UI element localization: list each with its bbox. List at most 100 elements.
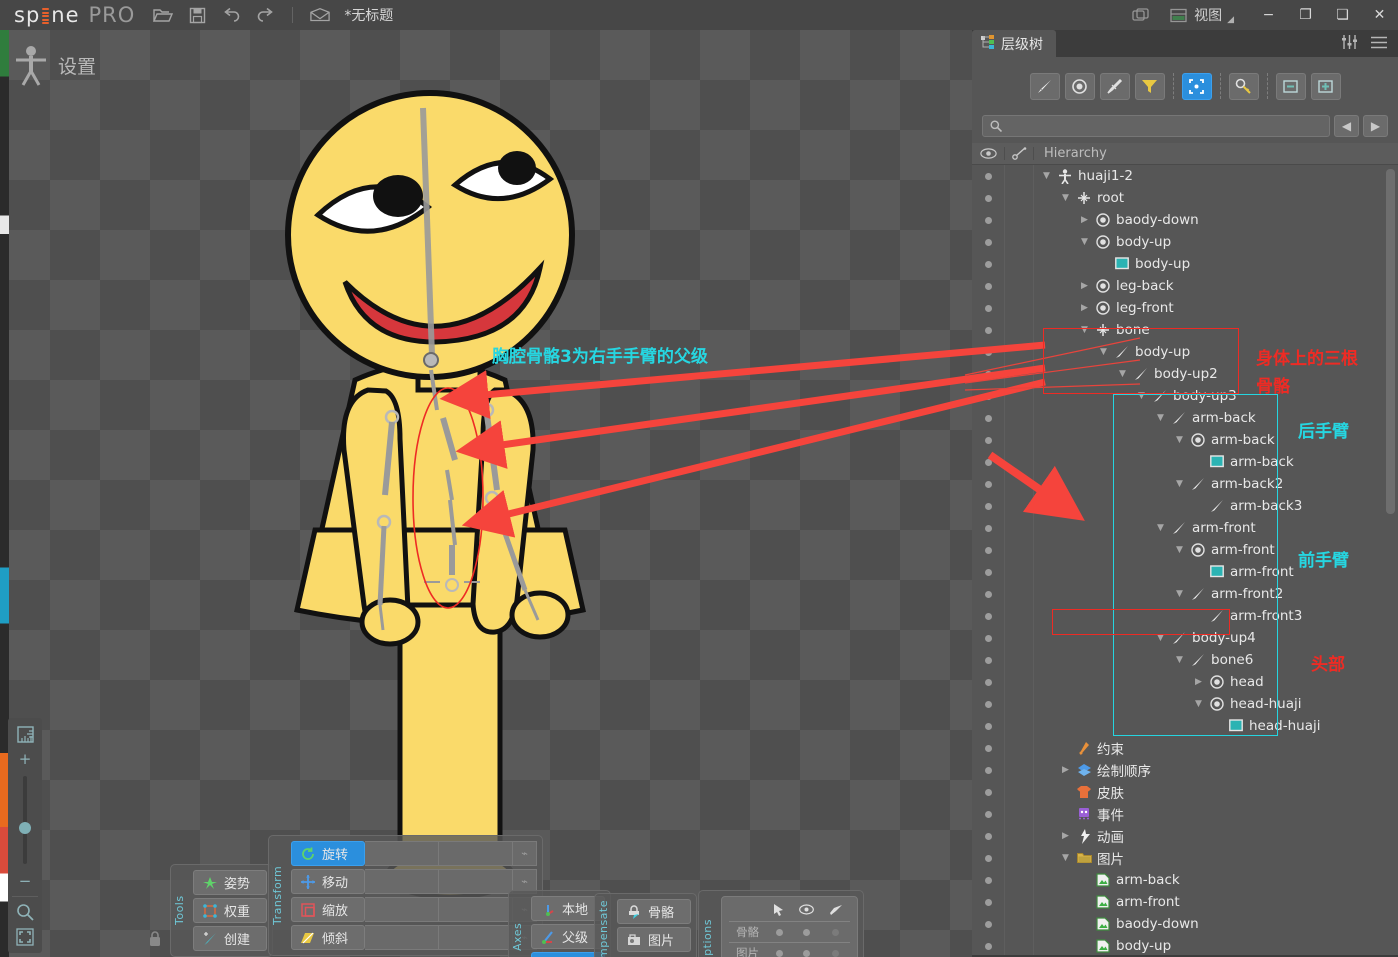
lock-icon[interactable] xyxy=(148,930,162,951)
minimize-button[interactable]: − xyxy=(1250,0,1287,30)
layout-copy-icon[interactable] xyxy=(1131,5,1151,25)
ruler-icon[interactable] xyxy=(15,724,35,744)
row-bone-column[interactable] xyxy=(1004,473,1034,495)
tree-row-body-up-35[interactable]: body-up xyxy=(972,935,1398,955)
tree-row-root-1[interactable]: ▼ root xyxy=(972,187,1398,209)
row-bone-column[interactable] xyxy=(1004,891,1034,913)
row-bone-column[interactable] xyxy=(1004,627,1034,649)
row-visibility-dot[interactable] xyxy=(972,304,1004,312)
row-bone-column[interactable] xyxy=(1004,165,1034,187)
row-visibility-dot[interactable] xyxy=(972,392,1004,400)
row-name-cell[interactable]: ▼ root xyxy=(1034,190,1124,206)
row-visibility-dot[interactable] xyxy=(972,634,1004,642)
tree-row-arm-back-32[interactable]: arm-back xyxy=(972,869,1398,891)
mail-icon[interactable] xyxy=(310,5,331,25)
row-bone-column[interactable] xyxy=(1004,561,1034,583)
row-name-cell[interactable]: body-up xyxy=(1034,256,1190,272)
search-field-wrap[interactable] xyxy=(982,115,1330,137)
row-bone-column[interactable] xyxy=(1004,737,1034,759)
canvas-viewport[interactable]: 设置 + − Tools 姿势 权重 创建 Transform 旋转 ⌁ 移动 … xyxy=(0,30,972,957)
options-dot-bone-select[interactable] xyxy=(766,922,792,943)
row-name-cell[interactable]: arm-front xyxy=(1034,894,1180,910)
arrow-left-icon[interactable]: ◀ xyxy=(1334,115,1359,137)
restore-button[interactable]: ❏ xyxy=(1324,0,1361,30)
row-visibility-dot[interactable] xyxy=(972,722,1004,730)
row-bone-column[interactable] xyxy=(1004,913,1034,935)
row-bone-column[interactable] xyxy=(1004,429,1034,451)
row-visibility-dot[interactable] xyxy=(972,678,1004,686)
row-name-cell[interactable]: baody-down xyxy=(1034,916,1199,932)
save-disk-icon[interactable] xyxy=(187,5,207,25)
row-bone-column[interactable] xyxy=(1004,363,1034,385)
row-visibility-dot[interactable] xyxy=(972,260,1004,268)
row-bone-column[interactable] xyxy=(1004,319,1034,341)
mesh-pencil-icon[interactable] xyxy=(1099,72,1130,100)
magnifier-icon[interactable] xyxy=(15,902,35,922)
row-visibility-dot[interactable] xyxy=(972,612,1004,620)
chevron-right-icon[interactable]: ▶ xyxy=(1078,281,1091,291)
close-button[interactable]: ✕ xyxy=(1361,0,1398,30)
row-bone-column[interactable] xyxy=(1004,253,1034,275)
row-bone-column[interactable] xyxy=(1004,385,1034,407)
chevron-right-icon[interactable]: ▶ xyxy=(1078,215,1091,225)
slot-circle-icon[interactable] xyxy=(1064,72,1095,100)
row-bone-column[interactable] xyxy=(1004,649,1034,671)
row-name-cell[interactable]: ▶ leg-front xyxy=(1034,300,1174,316)
row-visibility-dot[interactable] xyxy=(972,546,1004,554)
row-bone-column[interactable] xyxy=(1004,407,1034,429)
row-visibility-dot[interactable] xyxy=(972,172,1004,180)
tree-row-body-up-3[interactable]: ▼ body-up xyxy=(972,231,1398,253)
row-visibility-dot[interactable] xyxy=(972,414,1004,422)
tree-row-body-up-4[interactable]: body-up xyxy=(972,253,1398,275)
tree-row-baody-down-2[interactable]: ▶ baody-down xyxy=(972,209,1398,231)
key-search-icon[interactable] xyxy=(1228,72,1259,100)
tab-hierarchy[interactable]: 层级树 xyxy=(972,30,1056,57)
row-name-cell[interactable]: ▼ body-up xyxy=(1034,234,1171,250)
row-bone-column[interactable] xyxy=(1004,517,1034,539)
chevron-down-icon[interactable]: ▼ xyxy=(1040,171,1053,181)
row-bone-column[interactable] xyxy=(1004,935,1034,955)
row-visibility-dot[interactable] xyxy=(972,348,1004,356)
row-name-cell[interactable]: ▶ 绘制顺序 xyxy=(1034,760,1151,780)
row-visibility-dot[interactable] xyxy=(972,480,1004,488)
transform-button-scale[interactable]: 缩放 xyxy=(291,897,365,922)
row-name-cell[interactable]: ▶ leg-back xyxy=(1034,278,1174,294)
row-bone-column[interactable] xyxy=(1004,781,1034,803)
scale-value-field-y[interactable] xyxy=(439,897,513,922)
row-bone-column[interactable] xyxy=(1004,187,1034,209)
tree-row--29[interactable]: 事件 xyxy=(972,803,1398,825)
row-visibility-dot[interactable] xyxy=(972,766,1004,774)
row-name-cell[interactable]: ▶ 动画 xyxy=(1034,826,1124,846)
translate-value-field-x[interactable] xyxy=(365,869,439,894)
row-visibility-dot[interactable] xyxy=(972,370,1004,378)
tree-row--26[interactable]: 约束 xyxy=(972,737,1398,759)
row-bone-column[interactable] xyxy=(1004,231,1034,253)
compensate-button-bone[interactable]: 骨骼 xyxy=(617,899,691,924)
row-visibility-dot[interactable] xyxy=(972,898,1004,906)
row-bone-column[interactable] xyxy=(1004,275,1034,297)
row-bone-column[interactable] xyxy=(1004,759,1034,781)
open-folder-icon[interactable] xyxy=(153,5,174,25)
redo-icon[interactable] xyxy=(255,5,275,25)
row-visibility-dot[interactable] xyxy=(972,656,1004,664)
row-bone-column[interactable] xyxy=(1004,297,1034,319)
row-visibility-dot[interactable] xyxy=(972,810,1004,818)
row-visibility-dot[interactable] xyxy=(972,744,1004,752)
sliders-icon[interactable] xyxy=(1341,34,1358,53)
row-visibility-dot[interactable] xyxy=(972,876,1004,884)
tree-row-baody-down-34[interactable]: baody-down xyxy=(972,913,1398,935)
row-bone-column[interactable] xyxy=(1004,539,1034,561)
view-menu-button[interactable]: 视图 ◢ xyxy=(1169,5,1234,25)
row-name-cell[interactable]: arm-back xyxy=(1034,872,1180,888)
row-bone-column[interactable] xyxy=(1004,715,1034,737)
selection-box-icon[interactable] xyxy=(1181,72,1212,100)
options-dot-bone-tag[interactable] xyxy=(821,922,850,943)
row-name-cell[interactable]: 皮肤 xyxy=(1034,782,1124,802)
row-bone-column[interactable] xyxy=(1004,341,1034,363)
translate-value-field-y[interactable] xyxy=(439,869,513,894)
options-dot-image-tag[interactable] xyxy=(821,943,850,957)
row-visibility-dot[interactable] xyxy=(972,524,1004,532)
chevron-right-icon[interactable]: ▶ xyxy=(1059,831,1072,841)
tree-row--28[interactable]: 皮肤 xyxy=(972,781,1398,803)
rotate-value-field-y[interactable] xyxy=(439,841,513,866)
